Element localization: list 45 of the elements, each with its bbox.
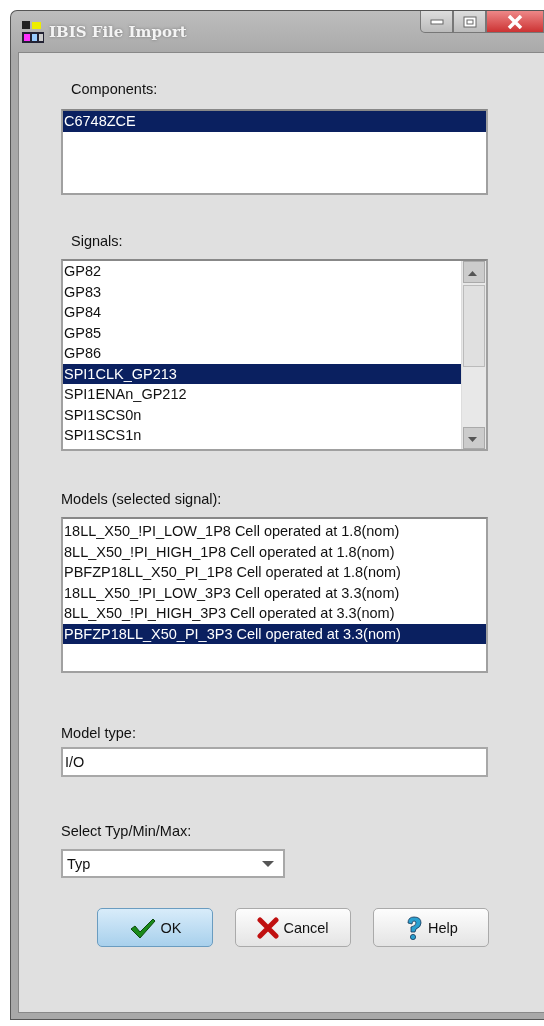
close-icon [507,14,523,29]
help-button[interactable]: Help [373,908,489,947]
typ-min-max-dropdown[interactable]: Typ [61,849,285,878]
x-mark-icon [257,916,280,939]
list-item[interactable]: 8LL_X50_!PI_HIGH_1P8 Cell operated at 1.8(nom) [63,541,486,562]
models-list[interactable] [61,517,488,673]
list-item[interactable]: 18LL_X50_!PI_LOW_1P8 Cell operated at 1.8(nom) [63,521,486,542]
list-item[interactable]: GP84 [63,302,461,323]
field-label: Model type: [61,725,136,741]
list-item[interactable]: GP85 [63,322,461,343]
list-item[interactable]: GP83 [63,281,461,302]
window-title: IBIS File Import [49,22,187,41]
maximize-button[interactable] [453,11,486,33]
components-list[interactable]: C6748ZCE [61,109,488,195]
caret-icon [261,859,275,868]
minimize-button[interactable] [420,11,453,33]
scroll-up-icon[interactable] [463,261,485,283]
list-item[interactable]: SPI1SCS0n [63,404,461,425]
scrollbar[interactable] [461,261,486,449]
cancel-button[interactable]: Cancel [235,908,351,947]
minimize-icon [429,17,444,26]
list-item[interactable]: GP86 [63,343,461,364]
scroll-thumb[interactable] [463,285,485,367]
question-mark-icon [404,914,425,941]
list-item[interactable]: 18LL_X50_!PI_LOW_3P3 Cell operated at 3.3(nom) [63,582,486,603]
list-item[interactable]: 8LL_X50_!PI_HIGH_3P3 Cell operated at 3.3(nom) [63,603,486,624]
close-button[interactable] [486,11,544,33]
list-item[interactable]: SPI1CLK_GP213 [63,363,461,384]
model-type-field[interactable]: I/O [61,747,488,777]
list-item[interactable]: PBFZP18LL_X50_PI_3P3 Cell operated at 3.3(nom) [63,623,486,644]
app-icon [21,19,45,44]
maximize-icon [462,15,477,28]
list-item[interactable]: SPI1SCS1n [63,425,461,446]
checkmark-icon [128,916,157,939]
field-label: Models (selected signal): [61,491,222,507]
field-label: Components: [71,81,158,97]
list-item[interactable]: GP82 [63,261,461,282]
field-label: Signals: [71,233,123,249]
signals-list[interactable]: GP82 GP83 GP84 GP85 GP86 SPI1CLK_GP213 SPI1ENAn_GP212 SPI1SCS0n SPI1SCS1n [61,259,488,451]
ok-button[interactable]: OK [97,908,213,947]
field-label: Select Typ/Min/Max: [61,823,192,839]
list-item[interactable]: PBFZP18LL_X50_PI_1P8 Cell operated at 1.8(nom) [63,562,486,583]
scroll-down-icon[interactable] [463,427,485,449]
list-item[interactable]: C6748ZCE [63,111,486,132]
list-item[interactable]: SPI1ENAn_GP212 [63,384,461,405]
